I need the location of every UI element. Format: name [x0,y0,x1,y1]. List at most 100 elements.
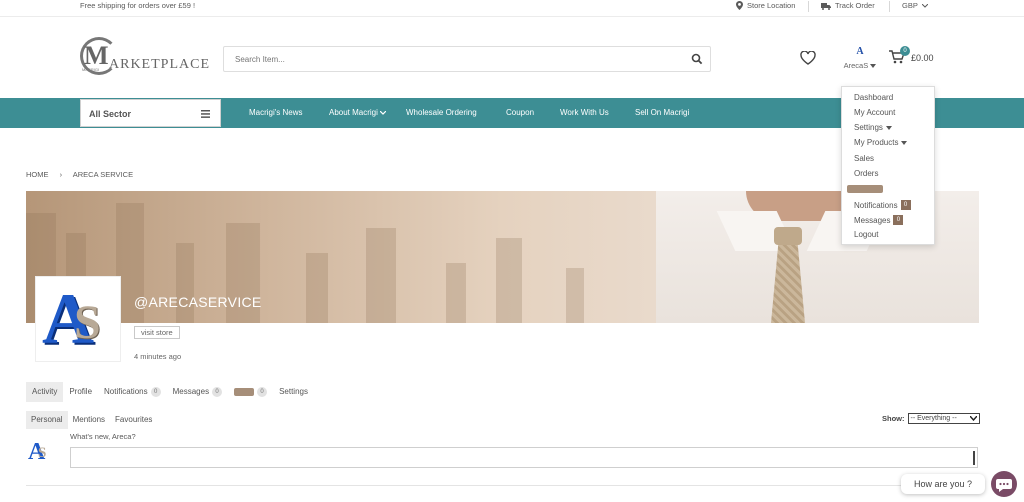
currency-label: GBP [902,1,918,10]
hamburger-icon [201,110,210,118]
breadcrumb: HOME › ARECA SERVICE [26,170,133,179]
chat-launcher-button[interactable] [991,471,1017,497]
logo-tiny-text: MACRIGI [82,67,100,72]
search-icon[interactable] [691,53,703,65]
menu-item-label: Messages [854,215,891,225]
truck-icon [821,2,831,10]
nav-item-news[interactable]: Macrigi's News [249,108,303,117]
subtab-favourites[interactable]: Favourites [110,411,157,429]
menu-item-label: Orders [854,169,879,178]
tab-label: Notifications [104,387,148,396]
user-account-toggle[interactable]: A ArecaS [838,46,882,70]
chevron-down-icon [969,416,977,421]
filter-select[interactable]: -- Everything -- [907,413,980,424]
menu-item-logout[interactable]: Logout [854,230,878,239]
menu-item-sales[interactable]: Sales [854,154,874,163]
menu-item-label: Settings [854,123,883,132]
location-pin-icon [736,1,743,10]
all-sector-toggle[interactable]: All Sector [80,99,221,127]
breadcrumb-current: ARECA SERVICE [72,170,134,179]
menu-count-badge: 0 [900,200,911,210]
tab-label: Activity [32,387,58,396]
redacted-scribble [847,185,883,193]
logo-mark: M MACRIGI [80,37,118,77]
tab-redacted[interactable]: 0 [228,382,273,402]
store-location-link[interactable]: Store Location [736,1,795,10]
heart-icon[interactable] [800,51,816,65]
menu-item-redacted[interactable] [847,185,883,193]
cover-building [566,268,584,323]
menu-item-dashboard[interactable]: Dashboard [854,93,893,102]
tab-settings[interactable]: Settings [273,382,314,402]
menu-item-label: Sales [854,154,875,163]
activity-filter: Show: -- Everything -- [882,413,980,424]
tab-activity[interactable]: Activity [26,382,64,402]
profile-avatar[interactable]: A S [35,276,121,362]
menu-item-orders[interactable]: Orders [854,169,878,178]
menu-item-my-account[interactable]: My Account [854,108,895,117]
cart-button[interactable]: 0 £0.00 [889,46,949,68]
caret-down-icon [870,64,877,68]
menu-count-badge: 0 [893,215,904,225]
tab-count-badge: 0 [212,387,223,397]
post-avatar: A S [28,439,52,465]
tab-notifications[interactable]: Notifications 0 [98,382,167,402]
top-bar: Free shipping for orders over £59 ! Stor… [0,0,1024,17]
all-sector-label: All Sector [89,109,132,119]
tab-label: Profile [69,387,93,396]
tab-messages[interactable]: Messages 0 [167,382,228,402]
filter-label: Show: [882,414,905,423]
track-order-link[interactable]: Track Order [821,1,875,10]
tab-profile[interactable]: Profile [63,382,98,402]
chat-icon [996,479,1012,492]
nav-item-coupon[interactable]: Coupon [506,108,534,117]
nav-item-work-with-us[interactable]: Work With Us [560,108,609,117]
store-location-label: Store Location [747,1,796,10]
subtab-mentions[interactable]: Mentions [68,411,110,429]
caret-down-icon [885,125,892,130]
visit-store-button[interactable]: visit store [134,326,180,339]
menu-item-label: Dashboard [854,93,894,102]
avatar-letter-s: S [74,296,101,349]
nav-item-about[interactable]: About Macrigi [329,108,387,117]
tab-count-badge: 0 [150,387,161,397]
menu-item-notifications[interactable]: Notifications 0 [854,200,911,210]
currency-selector[interactable]: GBP [902,1,928,10]
breadcrumb-home[interactable]: HOME [26,170,49,179]
menu-item-settings[interactable]: Settings [854,123,892,132]
search-bar [223,46,711,72]
chat-greeting-bubble[interactable]: How are you ? [901,474,985,494]
tab-label: Messages [172,387,210,396]
filter-selected: -- Everything -- [910,415,957,422]
menu-item-label: Notifications [854,200,898,210]
redacted-scribble [234,388,255,396]
caret-down-icon [901,140,908,145]
profile-handle: @ARECASERVICE [134,294,262,310]
post-avatar-letter-s: S [38,445,47,461]
user-name: ArecaS [843,61,869,70]
tab-count-badge: 0 [257,387,268,397]
whats-new-prompt: What's new, Areca? [70,432,136,441]
site-logo[interactable]: M MACRIGI ARKETPLACE [80,37,210,77]
activity-subtabs: Personal Mentions Favourites [26,411,157,429]
whats-new-input[interactable] [70,447,978,468]
cover-building [306,253,328,323]
breadcrumb-separator: › [59,170,63,179]
topbar-separator [889,1,890,12]
nav-item-about-label: About Macrigi [329,108,378,117]
nav-item-sell[interactable]: Sell On Macrigi [635,108,689,117]
cover-building [496,238,522,323]
scroll-thumb[interactable] [973,451,975,465]
last-active-text: 4 minutes ago [134,352,182,361]
menu-item-my-products[interactable]: My Products [854,138,908,147]
menu-item-label: My Account [854,108,896,117]
menu-item-messages[interactable]: Messages 0 [854,215,904,225]
topbar-separator [808,1,809,12]
track-order-label: Track Order [835,1,875,10]
subtab-personal[interactable]: Personal [26,411,68,429]
logo-wordmark: ARKETPLACE [109,57,210,72]
search-input[interactable] [224,47,664,71]
promo-text: Free shipping for orders over £59 ! [80,1,196,10]
nav-item-wholesale[interactable]: Wholesale Ordering [406,108,477,117]
cover-building [366,228,396,323]
